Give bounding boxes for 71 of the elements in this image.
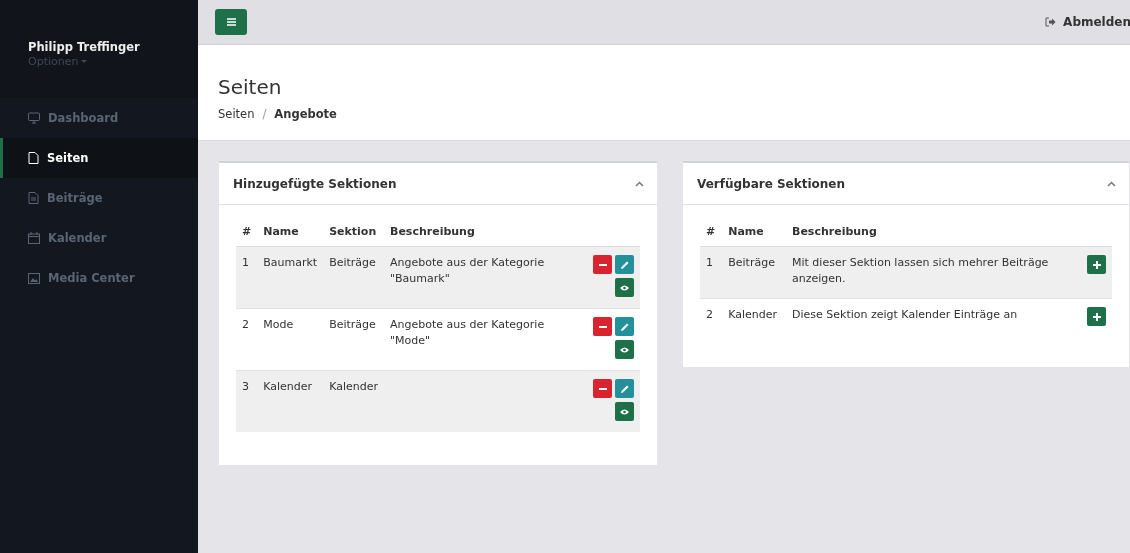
table-cell: Diese Sektion zeigt Kalender Einträge an	[792, 308, 1018, 321]
plus-icon	[1092, 260, 1101, 269]
nav-item[interactable]: Dashboard	[0, 98, 198, 138]
eye-icon	[620, 408, 629, 415]
breadcrumb-item[interactable]: Seiten	[218, 107, 255, 121]
minus-icon	[598, 325, 607, 328]
plus-icon	[1092, 312, 1101, 321]
panel-title: Verfügbare Sektionen	[697, 176, 846, 191]
column-header: #	[706, 225, 716, 238]
user-name: Philipp Treffinger	[28, 40, 141, 54]
nav-item[interactable]: Seiten	[0, 138, 198, 178]
table-cell: 2	[242, 318, 249, 331]
table-cell: 1	[706, 256, 713, 269]
page-icon	[28, 152, 39, 164]
caret-icon	[81, 60, 88, 63]
remove-button[interactable]	[593, 255, 612, 274]
minus-icon	[598, 263, 607, 266]
column-header: Beschreibung	[792, 225, 877, 238]
column-header: Name	[263, 225, 299, 238]
eye-icon	[620, 346, 629, 353]
minus-icon	[598, 387, 607, 390]
options-menu[interactable]: Optionen	[28, 55, 88, 68]
column-header: Sektion	[329, 225, 377, 238]
pencil-icon	[620, 322, 629, 331]
logout-link[interactable]: Abmelden	[1045, 15, 1130, 29]
table-cell: 3	[242, 380, 249, 393]
table-cell: Beiträge	[329, 318, 376, 331]
collapse-icon[interactable]	[1107, 180, 1116, 187]
remove-button[interactable]	[593, 317, 612, 336]
page-title: Seiten	[218, 75, 283, 99]
nav-item[interactable]: Media Center	[0, 258, 198, 298]
column-header: Beschreibung	[390, 225, 475, 238]
table-cell: Kalender	[728, 308, 778, 321]
nav-item[interactable]: Kalender	[0, 218, 198, 258]
table-cell: Angebote aus der Kategorie "Baumark"	[390, 256, 545, 285]
table-cell: 1	[242, 256, 249, 269]
table-cell: Kalender	[329, 380, 378, 393]
image-icon	[28, 272, 40, 284]
pencil-icon	[620, 260, 629, 269]
table-cell: Beiträge	[728, 256, 775, 269]
table-cell: Mit dieser Sektion lassen sich mehrer Beiträge anzeigen.	[792, 256, 1049, 285]
nav-item[interactable]: Beiträge	[0, 178, 198, 218]
collapse-icon[interactable]	[635, 180, 644, 187]
breadcrumb-separator: /	[262, 107, 267, 121]
add-button[interactable]	[1087, 307, 1106, 326]
menu-button[interactable]	[215, 9, 247, 35]
column-header: Name	[728, 225, 764, 238]
edit-button[interactable]	[615, 317, 634, 336]
calendar-icon	[28, 232, 40, 244]
column-header: #	[242, 225, 252, 238]
breadcrumb-item: Angebote	[274, 107, 337, 121]
add-button[interactable]	[1087, 255, 1106, 274]
edit-button[interactable]	[615, 255, 634, 274]
table-cell: Angebote aus der Kategorie "Mode"	[390, 318, 545, 347]
table-cell: Beiträge	[329, 256, 376, 269]
view-button[interactable]	[615, 278, 634, 297]
table-cell: Kalender	[263, 380, 313, 393]
pencil-icon	[620, 384, 629, 393]
table-cell: 2	[706, 308, 713, 321]
view-button[interactable]	[615, 402, 634, 421]
sign-out-icon	[1045, 17, 1057, 27]
table-cell: Mode	[263, 318, 294, 331]
menu-icon	[226, 18, 236, 26]
monitor-icon	[28, 112, 40, 124]
eye-icon	[620, 284, 629, 291]
remove-button[interactable]	[593, 379, 612, 398]
panel-title: Hinzugefügte Sektionen	[233, 176, 397, 191]
table-cell: Baumarkt	[263, 256, 318, 269]
view-button[interactable]	[615, 340, 634, 359]
edit-button[interactable]	[615, 379, 634, 398]
document-icon	[28, 192, 39, 204]
